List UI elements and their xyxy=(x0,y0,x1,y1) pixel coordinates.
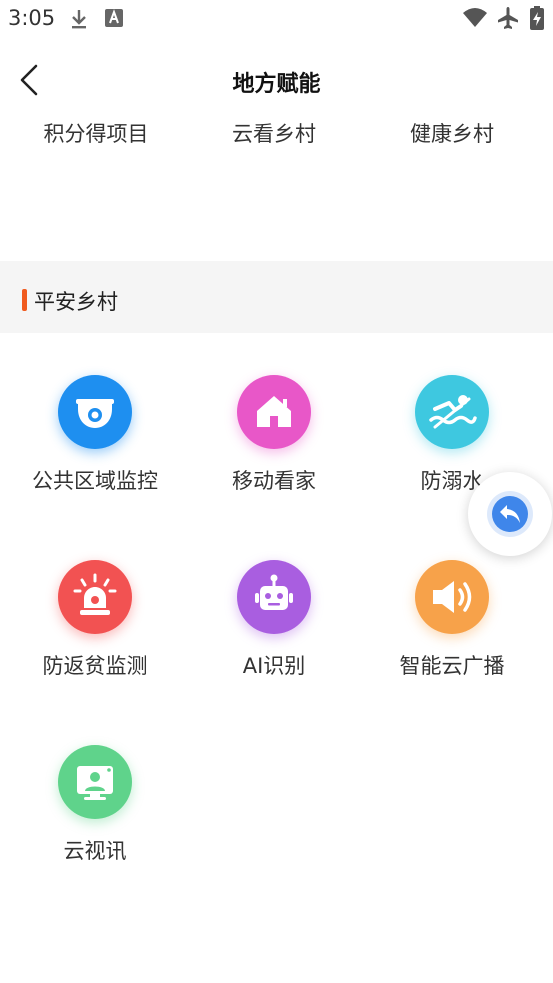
grid-item-cloud-video[interactable]: 云视讯 xyxy=(3,745,187,905)
item-label: 云视讯 xyxy=(63,839,127,863)
swimmer-icon xyxy=(415,375,489,449)
top-link-cloud-village[interactable]: 云看乡村 xyxy=(182,118,366,148)
airplane-mode-icon xyxy=(498,7,518,29)
top-links: 积分得项目 云看乡村 健康乡村 xyxy=(0,114,553,154)
float-button-ring xyxy=(487,491,533,537)
battery-charging-icon xyxy=(530,6,544,30)
top-link-healthy-village[interactable]: 健康乡村 xyxy=(360,118,544,148)
nav-bar: 地方赋能 xyxy=(0,52,553,112)
wifi-icon xyxy=(463,8,487,27)
item-label: AI识别 xyxy=(242,654,306,678)
item-label: 移动看家 xyxy=(232,469,316,493)
section-accent-bar xyxy=(22,289,27,311)
alarm-light-icon xyxy=(58,560,132,634)
font-a-icon xyxy=(105,9,123,27)
page-title: 地方赋能 xyxy=(232,72,321,97)
grid-item-cloud-broadcast[interactable]: 智能云广播 xyxy=(360,560,544,720)
item-label: 公共区域监控 xyxy=(32,469,158,493)
item-label: 智能云广播 xyxy=(399,654,505,678)
section-header: 平安乡村 xyxy=(0,261,553,333)
home-icon xyxy=(237,375,311,449)
robot-icon xyxy=(237,560,311,634)
speaker-icon xyxy=(415,560,489,634)
surveillance-camera-icon xyxy=(58,375,132,449)
grid-item-mobile-home-watch[interactable]: 移动看家 xyxy=(182,375,366,535)
top-link-points-projects[interactable]: 积分得项目 xyxy=(4,118,188,148)
item-label: 防返贫监测 xyxy=(42,654,148,678)
reply-arrow-icon xyxy=(500,505,520,523)
float-button-core xyxy=(492,496,528,532)
grid-item-public-monitoring[interactable]: 公共区域监控 xyxy=(3,375,187,535)
floating-return-button[interactable] xyxy=(468,472,552,556)
video-call-icon xyxy=(58,745,132,819)
grid-item-ai-recognition[interactable]: AI识别 xyxy=(182,560,366,720)
status-time: 3:05 xyxy=(8,6,56,30)
section-title: 平安乡村 xyxy=(34,290,118,314)
grid-item-poverty-monitoring[interactable]: 防返贫监测 xyxy=(3,560,187,720)
download-icon xyxy=(72,10,86,29)
status-bar: 3:05 xyxy=(0,0,553,38)
